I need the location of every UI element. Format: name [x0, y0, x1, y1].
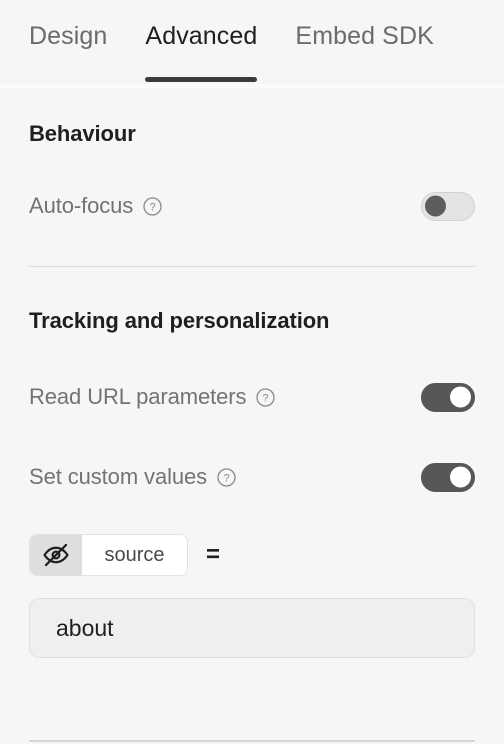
tab-design[interactable]: Design [29, 0, 107, 49]
help-icon[interactable]: ? [143, 196, 162, 216]
set-custom-values-label-group: Set custom values ? [29, 464, 236, 490]
read-url-parameters-label-group: Read URL parameters ? [29, 384, 276, 410]
tab-design-label: Design [29, 22, 108, 50]
section-heading-tracking: Tracking and personalization [29, 308, 330, 333]
custom-value-key-row: = [29, 534, 475, 576]
set-custom-values-toggle[interactable] [421, 462, 475, 492]
svg-text:?: ? [150, 201, 156, 213]
auto-focus-toggle[interactable] [421, 191, 475, 221]
toggle-knob [425, 195, 446, 217]
section-heading-behaviour: Behaviour [29, 121, 136, 146]
tab-embed-sdk-label: Embed SDK [295, 22, 434, 50]
setting-row-read-url-parameters: Read URL parameters ? [29, 380, 475, 414]
setting-row-auto-focus: Auto-focus ? [29, 189, 475, 223]
read-url-parameters-label: Read URL parameters [29, 384, 247, 409]
custom-value-value-input[interactable] [29, 598, 475, 658]
settings-panel: Behaviour Auto-focus ? Tracking and pers… [0, 121, 504, 658]
custom-value-key-input[interactable] [82, 535, 187, 575]
toggle-knob [450, 466, 471, 488]
tab-bar-separator [0, 84, 504, 88]
tab-bar: Design Advanced Embed SDK [0, 0, 504, 88]
bottom-divider [29, 740, 475, 742]
read-url-parameters-toggle[interactable] [421, 382, 475, 412]
eye-off-icon[interactable] [30, 535, 82, 575]
tab-advanced[interactable]: Advanced [145, 0, 258, 82]
svg-text:?: ? [263, 392, 269, 404]
tab-embed-sdk[interactable]: Embed SDK [295, 0, 433, 49]
section-divider [29, 266, 475, 267]
custom-value-key-group [29, 534, 188, 576]
help-icon[interactable]: ? [217, 467, 236, 487]
svg-text:?: ? [224, 472, 230, 484]
set-custom-values-label: Set custom values [29, 464, 208, 489]
auto-focus-label-group: Auto-focus ? [29, 193, 162, 219]
equals-sign: = [206, 541, 221, 568]
help-icon[interactable]: ? [256, 387, 276, 407]
auto-focus-label: Auto-focus [29, 193, 134, 218]
setting-row-set-custom-values: Set custom values ? [29, 460, 475, 494]
tab-advanced-label: Advanced [145, 22, 258, 50]
active-tab-indicator [145, 77, 258, 82]
toggle-knob [450, 386, 471, 408]
